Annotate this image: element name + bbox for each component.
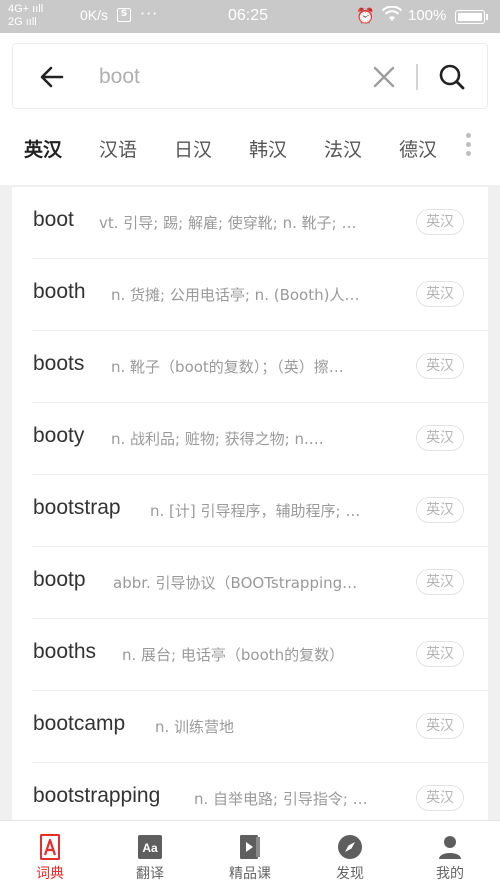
search-icon bbox=[439, 64, 465, 90]
dictionary-icon bbox=[40, 834, 60, 860]
alarm-icon: ⏰ bbox=[356, 7, 375, 25]
list-item[interactable]: boot vt. 引导; 踢; 解雇; 使穿靴; n. 靴子; … 英汉 bbox=[12, 187, 488, 259]
nav-label: 精品课 bbox=[229, 866, 271, 882]
battery-icon bbox=[455, 10, 488, 24]
dictionary-badge: 英汉 bbox=[416, 497, 464, 523]
back-button[interactable] bbox=[35, 60, 69, 94]
list-item[interactable]: booth n. 货摊; 公用电话亭; n. (Booth)人… 英汉 bbox=[12, 259, 488, 331]
entry-definition: n. 靴子（boot的复数）；（英）擦… bbox=[111, 358, 344, 376]
nav-profile[interactable]: 我的 bbox=[400, 821, 500, 889]
entry-word: bootstrapping bbox=[33, 784, 161, 807]
dictionary-badge: 英汉 bbox=[416, 281, 464, 307]
battery-percent: 100% bbox=[408, 7, 447, 24]
entry-word: boot bbox=[33, 208, 74, 231]
entry-definition: n. [计] 引导程序，辅助程序; … bbox=[150, 502, 361, 520]
status-bar: 4G+ ııll 2G ııll 0K/s S ··· 06:25 ⏰ 100% bbox=[0, 0, 500, 33]
tab-en-zh[interactable]: 英汉 bbox=[24, 135, 62, 162]
tab-ko-zh[interactable]: 韩汉 bbox=[249, 135, 287, 162]
entry-word: booty bbox=[33, 424, 85, 447]
search-button[interactable] bbox=[435, 60, 469, 94]
tab-zh[interactable]: 汉语 bbox=[99, 135, 137, 162]
nav-label: 我的 bbox=[436, 866, 464, 882]
clear-button[interactable] bbox=[369, 62, 399, 92]
dictionary-badge: 英汉 bbox=[416, 641, 464, 667]
language-tabs: 英汉 汉语 日汉 韩汉 法汉 德汉 bbox=[0, 129, 500, 173]
search-input[interactable] bbox=[99, 58, 359, 96]
nav-label: 词典 bbox=[36, 866, 64, 882]
divider bbox=[416, 64, 418, 90]
tab-de-zh[interactable]: 德汉 bbox=[399, 135, 437, 162]
dictionary-badge: 英汉 bbox=[416, 569, 464, 595]
entry-definition: n. 展台; 电话亭（booth的复数） bbox=[122, 646, 345, 664]
course-icon bbox=[240, 835, 260, 859]
entry-definition: n. 货摊; 公用电话亭; n. (Booth)人… bbox=[111, 286, 360, 304]
entry-definition: n. 自举电路; 引导指令; … bbox=[194, 790, 368, 808]
search-bar bbox=[12, 43, 488, 109]
wifi-icon bbox=[381, 5, 403, 26]
entry-definition: vt. 引导; 踢; 解雇; 使穿靴; n. 靴子; … bbox=[99, 214, 357, 232]
close-icon bbox=[373, 66, 395, 88]
list-item[interactable]: booty n. 战利品; 赃物; 获得之物; n.… 英汉 bbox=[12, 403, 488, 475]
nav-label: 翻译 bbox=[136, 866, 164, 882]
entry-word: bootp bbox=[33, 568, 86, 591]
signal-label-bottom: 2G bbox=[8, 16, 23, 28]
entry-word: booths bbox=[33, 640, 97, 663]
list-item[interactable]: bootp abbr. 引导协议（BOOTstrapping… 英汉 bbox=[12, 547, 488, 619]
entry-definition: n. 战利品; 赃物; 获得之物; n.… bbox=[111, 430, 324, 448]
compass-icon bbox=[338, 835, 362, 859]
suggestion-list: boot vt. 引导; 踢; 解雇; 使穿靴; n. 靴子; … 英汉 boo… bbox=[12, 187, 488, 820]
dictionary-badge: 英汉 bbox=[416, 353, 464, 379]
dictionary-badge: 英汉 bbox=[416, 209, 464, 235]
profile-icon bbox=[439, 836, 461, 859]
entry-definition: n. 训练营地 bbox=[155, 718, 235, 736]
more-options-icon[interactable] bbox=[462, 133, 474, 163]
dictionary-badge: 英汉 bbox=[416, 425, 464, 451]
list-item[interactable]: bootcamp n. 训练营地 英汉 bbox=[12, 691, 488, 763]
list-item[interactable]: boots n. 靴子（boot的复数）；（英）擦… 英汉 bbox=[12, 331, 488, 403]
list-item[interactable]: booths n. 展台; 电话亭（booth的复数） 英汉 bbox=[12, 619, 488, 691]
entry-word: bootcamp bbox=[33, 712, 126, 735]
svg-text:Aa: Aa bbox=[142, 841, 158, 855]
clock: 06:25 bbox=[228, 7, 269, 24]
nav-course[interactable]: 精品课 bbox=[200, 821, 300, 889]
list-item[interactable]: bootstrap n. [计] 引导程序，辅助程序; … 英汉 bbox=[12, 475, 488, 547]
net-speed: 0K/s bbox=[80, 7, 109, 23]
nav-dictionary[interactable]: 词典 bbox=[0, 821, 100, 889]
arrow-left-icon bbox=[40, 66, 64, 88]
search-header: 英汉 汉语 日汉 韩汉 法汉 德汉 bbox=[0, 33, 500, 185]
tab-ja-zh[interactable]: 日汉 bbox=[174, 135, 212, 162]
list-item[interactable]: bootstrapping n. 自举电路; 引导指令; … 英汉 bbox=[12, 763, 488, 820]
notification-icon: S bbox=[117, 8, 131, 22]
dictionary-badge: 英汉 bbox=[416, 785, 464, 811]
entry-word: booth bbox=[33, 280, 86, 303]
tab-fr-zh[interactable]: 法汉 bbox=[324, 135, 362, 162]
signal-bars-icon: ııll bbox=[25, 16, 37, 28]
signal-bars-icon: ııll bbox=[32, 3, 44, 15]
nav-label: 发现 bbox=[336, 866, 364, 882]
nav-translate[interactable]: Aa 翻译 bbox=[100, 821, 200, 889]
nav-discover[interactable]: 发现 bbox=[300, 821, 400, 889]
translate-icon: Aa bbox=[138, 835, 162, 859]
bottom-nav: 词典 Aa 翻译 精品课 发现 我的 bbox=[0, 820, 500, 889]
entry-definition: abbr. 引导协议（BOOTstrapping… bbox=[113, 574, 358, 592]
signal-label-top: 4G+ bbox=[8, 3, 30, 15]
cell-signal-indicator: 4G+ ııll 2G ııll bbox=[8, 3, 43, 29]
dictionary-badge: 英汉 bbox=[416, 713, 464, 739]
entry-word: bootstrap bbox=[33, 496, 121, 519]
more-notifications-icon: ··· bbox=[140, 4, 159, 23]
entry-word: boots bbox=[33, 352, 85, 375]
